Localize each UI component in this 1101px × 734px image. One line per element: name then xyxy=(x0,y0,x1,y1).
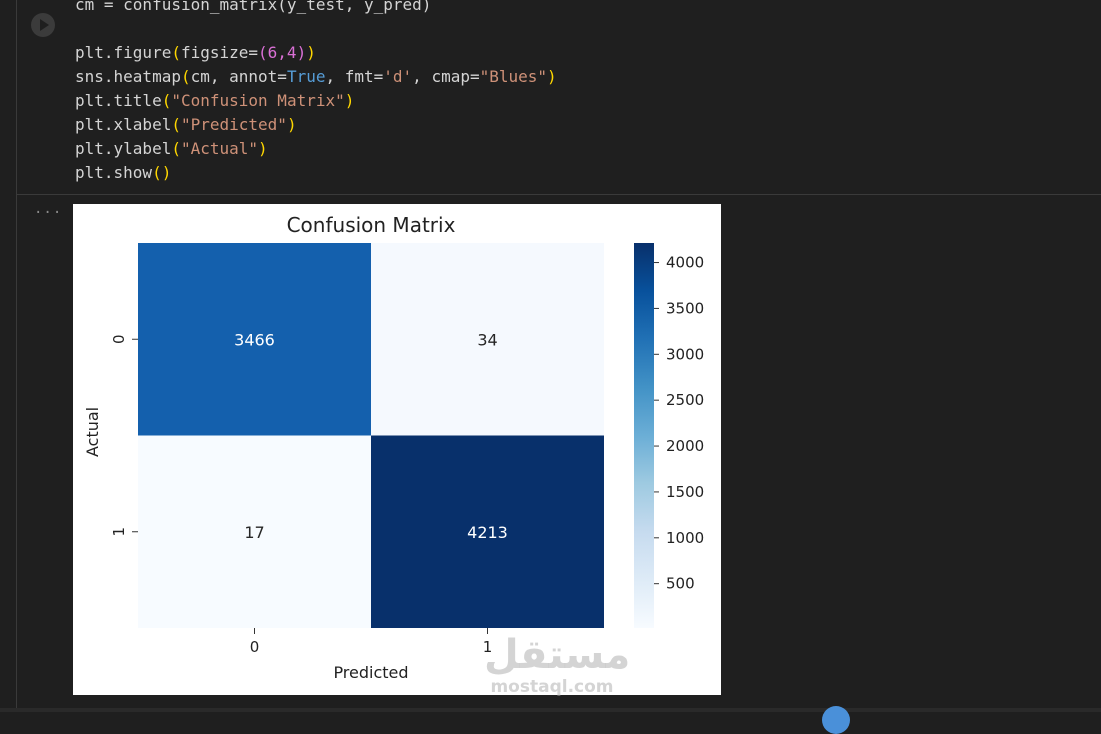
run-cell-button[interactable] xyxy=(31,13,55,37)
cell-separator xyxy=(16,194,1101,195)
ellipsis-icon[interactable]: ··· xyxy=(34,206,62,220)
colorbar-tick-label: 4000 xyxy=(666,254,704,272)
code-line: plt.ylabel("Actual") xyxy=(75,139,268,158)
cell-gutter-line xyxy=(16,0,17,712)
code-line: plt.show() xyxy=(75,163,172,182)
colorbar-tick-label: 2500 xyxy=(666,391,704,409)
status-bar xyxy=(0,708,1101,712)
code-line: plt.title("Confusion Matrix") xyxy=(75,91,355,110)
colorbar-tick-label: 3500 xyxy=(666,299,704,317)
mostaql-watermark: مستقل mostaql.com xyxy=(484,632,631,697)
colorbar-tick-label: 3000 xyxy=(666,345,704,363)
x-tick-label: 0 xyxy=(250,638,260,656)
cell-annotation: 17 xyxy=(244,523,264,542)
code-line: plt.xlabel("Predicted") xyxy=(75,115,297,134)
y-tick-label: 0 xyxy=(110,334,128,344)
output-plot: 3466 34 17 4213 0 1 0 1 500 1000 1500 2000 2500 3000 3… xyxy=(73,204,721,697)
colorbar-tick-label: 500 xyxy=(666,575,695,593)
colorbar xyxy=(634,243,654,628)
y-axis-label: Actual xyxy=(83,406,102,457)
chart-title: Confusion Matrix xyxy=(286,213,456,237)
cell-annotation: 4213 xyxy=(467,523,508,542)
cell-annotation: 34 xyxy=(477,330,497,349)
colorbar-tick-label: 2000 xyxy=(666,437,704,455)
code-line: cm = confusion_matrix(y_test, y_pred) xyxy=(75,0,432,14)
colorbar-tick-label: 1500 xyxy=(666,483,704,501)
y-tick-label: 1 xyxy=(110,527,128,537)
scroll-indicator[interactable] xyxy=(822,706,850,734)
cell-annotation: 3466 xyxy=(234,330,275,349)
colorbar-tick-label: 1000 xyxy=(666,529,704,547)
code-line: sns.heatmap(cm, annot=True, fmt='d', cma… xyxy=(75,67,557,86)
code-line: plt.figure(figsize=(6,4)) xyxy=(75,43,316,62)
confusion-matrix-heatmap: 3466 3417 42130 101500100015002000250030003… xyxy=(110,243,704,656)
